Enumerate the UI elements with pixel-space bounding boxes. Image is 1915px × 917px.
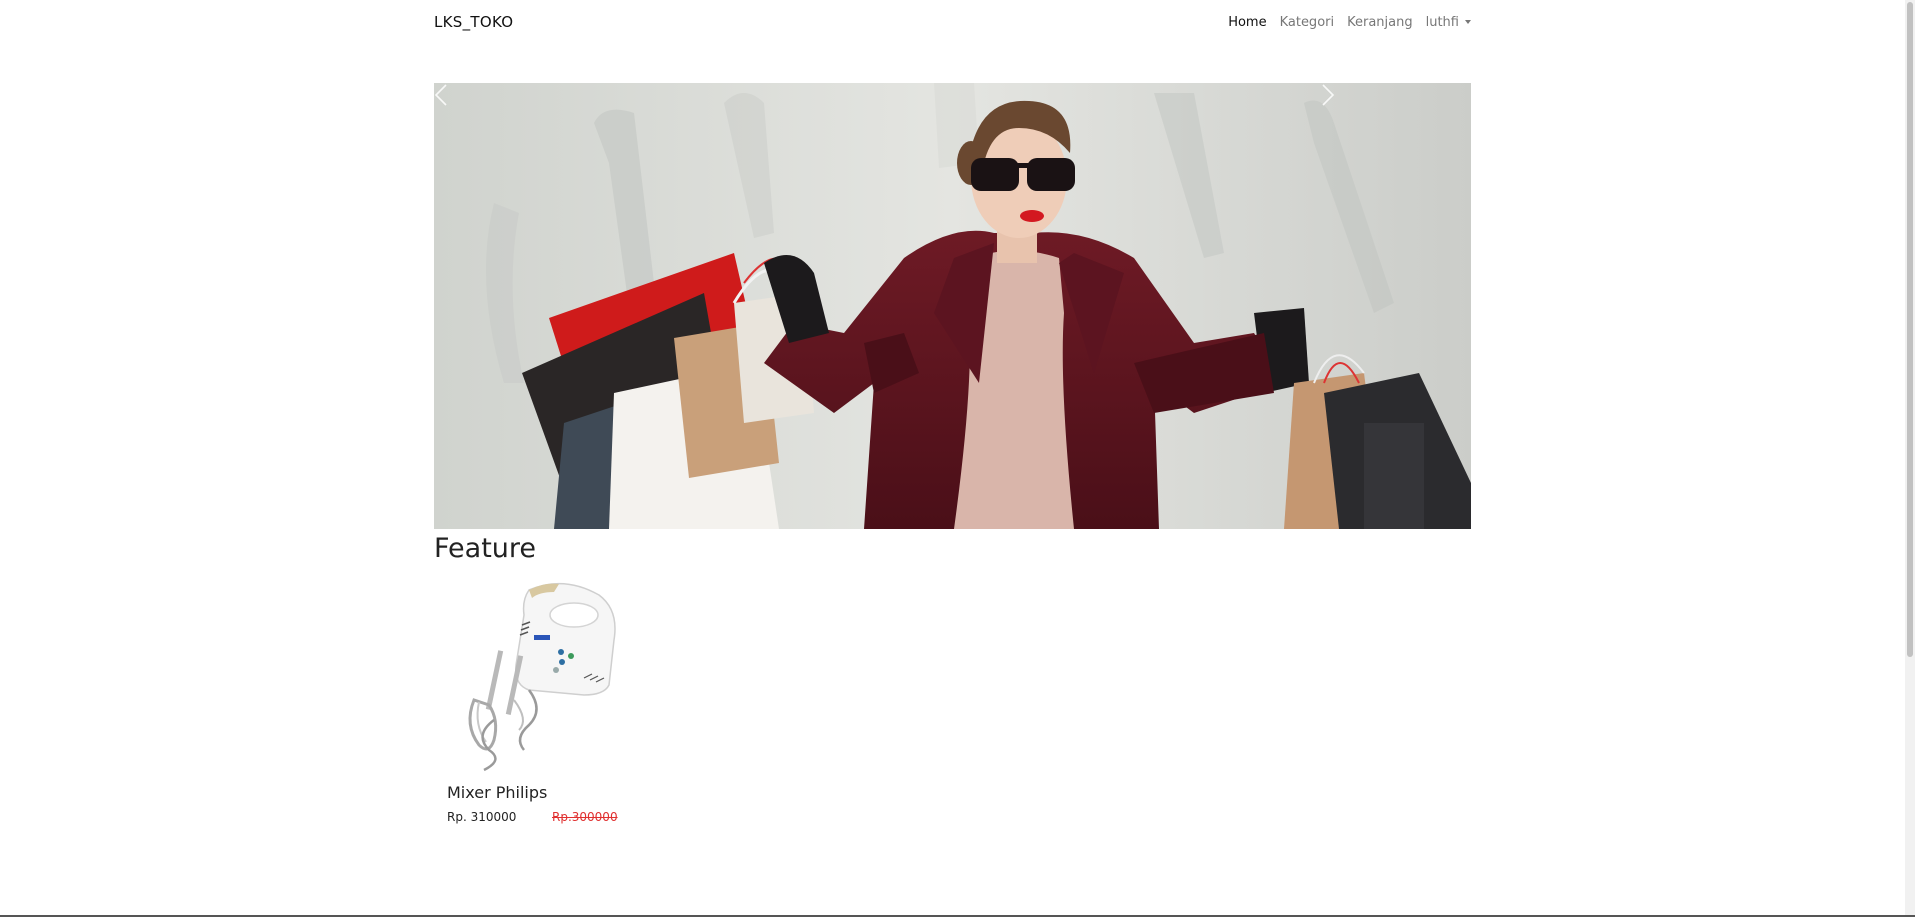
carousel-prev-button[interactable] [434, 83, 584, 529]
page: LKS_TOKO Home Kategori Keranjang luthfi [0, 0, 1915, 917]
nav-link-kategori[interactable]: Kategori [1280, 15, 1335, 30]
product-price: Rp. 310000 [447, 810, 517, 824]
user-menu-dropdown[interactable]: luthfi [1426, 15, 1471, 30]
product-name[interactable]: Mixer Philips [447, 783, 547, 802]
carousel-next-button[interactable] [1321, 83, 1471, 529]
product-card[interactable]: Mixer Philips Rp. 310000 Rp.300000 [434, 570, 634, 830]
scrollbar-thumb[interactable] [1907, 2, 1913, 657]
caret-down-icon [1465, 19, 1471, 24]
nav-link-home[interactable]: Home [1228, 15, 1266, 30]
chevron-left-icon [434, 84, 447, 106]
product-old-price: Rp.300000 [552, 810, 618, 824]
hero-carousel[interactable] [434, 83, 1471, 529]
page-scrollbar[interactable] [1905, 0, 1915, 917]
brand-logo[interactable]: LKS_TOKO [434, 13, 513, 31]
hand-mixer-photo [468, 582, 616, 772]
nav-menu: Home Kategori Keranjang luthfi [1215, 15, 1471, 30]
shopping-woman-photo [434, 83, 1471, 529]
feature-heading: Feature [434, 533, 537, 564]
user-menu-label: luthfi [1425, 14, 1459, 30]
nav-link-keranjang[interactable]: Keranjang [1347, 15, 1413, 30]
chevron-right-icon [1322, 84, 1335, 106]
navbar: LKS_TOKO Home Kategori Keranjang luthfi [434, 0, 1471, 44]
